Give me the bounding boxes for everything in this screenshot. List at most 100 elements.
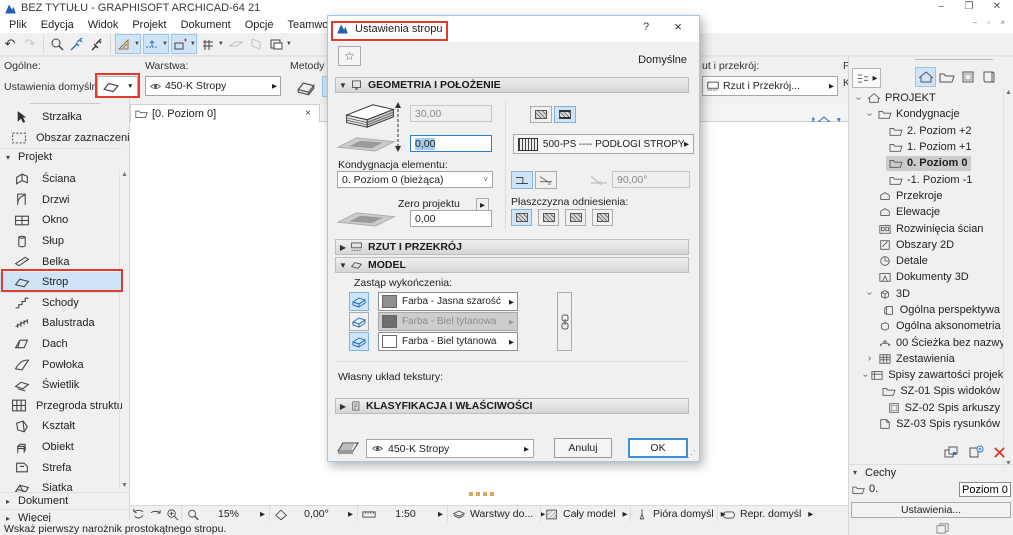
quick-option-orientation[interactable]: 0,00°▶ (269, 506, 357, 522)
restore-button[interactable]: ❐ (955, 0, 983, 14)
menu-plik[interactable]: Plik (2, 18, 34, 32)
toolbox-item-przegroda-struktural[interactable]: Przegroda struktural (0, 396, 122, 417)
pan-forward-icon[interactable] (147, 508, 164, 521)
toolbox-item-dach[interactable]: Dach (0, 334, 122, 355)
pan-back-icon[interactable] (130, 508, 147, 521)
navigator-scrollbar[interactable]: ▲ ▼ (1003, 88, 1012, 468)
nav-item-label-box[interactable]: PROJEKT (864, 91, 939, 106)
overlap-windows-icon[interactable] (935, 522, 950, 535)
toolbox-item-belka[interactable]: Belka (0, 251, 122, 272)
layout-book-view-button[interactable] (957, 67, 978, 87)
redo-button[interactable]: ↷ (21, 34, 39, 54)
nav-item-label-box[interactable]: Detale (875, 254, 931, 269)
toolbox-item-strzalka[interactable]: Strzałka (0, 107, 122, 128)
close-button[interactable]: ✕ (983, 0, 1011, 14)
project-map-view-button[interactable] (915, 67, 936, 87)
nav-item-projekt[interactable]: ›PROJEKT (851, 90, 1003, 106)
nav-item-label-box[interactable]: SZ-01 Spis widoków (879, 384, 1003, 399)
toolbox-handle[interactable] (30, 103, 100, 104)
top-offset-field[interactable]: 0,00 (410, 135, 492, 152)
storey-name-input[interactable] (959, 482, 1011, 497)
nav-item-00-sciezka-bez-nazwy[interactable]: 00 Ścieżka bez nazwy (851, 334, 1003, 350)
menu-widok[interactable]: Widok (81, 18, 126, 32)
floorplan-section-combo[interactable]: Rzut i Przekrój... ▶ (702, 76, 838, 96)
right-arrow-icon[interactable]: ▶ (808, 510, 813, 518)
snap-points-button[interactable]: ▼ (171, 34, 197, 54)
snap-guides-button[interactable]: ▼ (143, 34, 169, 54)
composite-combo[interactable]: 500-PS ---- PODŁOGI STROPY ▶ (513, 134, 694, 154)
surface-toggle-top-button[interactable] (349, 292, 369, 311)
nav-item-label-box[interactable]: SZ-03 Spis rysunków (875, 417, 1003, 432)
section-model[interactable]: ▼ MODEL (335, 257, 689, 273)
chevron-down-icon[interactable]: ▼ (127, 83, 133, 90)
expander-open-icon[interactable]: › (864, 288, 875, 299)
nav-item-rozwiniecia-scian[interactable]: Rozwinięcia ścian (851, 220, 1003, 236)
tab-close-icon[interactable]: × (301, 108, 315, 119)
undo-button[interactable]: ↶ (1, 34, 19, 54)
bottom-level-field[interactable]: 0,00 (410, 210, 492, 227)
reference-plane-core-top-button[interactable] (538, 209, 559, 226)
reference-plane-bottom-button[interactable] (592, 209, 613, 226)
ok-button[interactable]: OK (628, 438, 688, 458)
layer-combo[interactable]: 450-K Stropy ▶ (145, 76, 281, 96)
toolbox-item-balustrada[interactable]: Balustrada (0, 313, 122, 334)
toolbox-item-powloka[interactable]: Powłoka (0, 354, 122, 375)
nav-item-kondygnacje[interactable]: ›Kondygnacje (851, 106, 1003, 122)
nav-item-sz-02-spis-arkuszy[interactable]: SZ-02 Spis arkuszy (851, 400, 1003, 416)
close-panel-icon[interactable] (993, 446, 1006, 459)
new-viewpoint-icon[interactable] (968, 445, 984, 459)
navigator-mode-button[interactable]: ▶ (852, 68, 881, 88)
nav-item-label-box[interactable]: Spisy zawartości projektu (867, 368, 1003, 383)
nav-item-3d[interactable]: ›3D (851, 286, 1003, 302)
nav-item-label-box[interactable]: -1. Poziom -1 (886, 172, 975, 187)
quick-option-scale[interactable]: 1:50▶ (357, 506, 447, 522)
toolbox-item-swietlik[interactable]: Świetlik (0, 375, 122, 396)
chevron-down-icon[interactable]: ▼ (134, 41, 140, 47)
expander-open-icon[interactable]: › (864, 109, 875, 120)
nav-item-elewacje[interactable]: Elewacje (851, 204, 1003, 220)
toolbox-scrollbar[interactable]: ▲ ▼ (119, 170, 128, 490)
nav-item-1-poziom-1[interactable]: -1. Poziom -1 (851, 171, 1003, 187)
nav-item-label-box[interactable]: Przekroje (875, 188, 945, 203)
geometry-method-polygon-button[interactable] (290, 76, 322, 97)
toolbox-section-projekt[interactable]: ▾Projekt (0, 148, 122, 165)
toolbox-item-okno[interactable]: Okno (0, 210, 122, 231)
thickness-field[interactable]: 30,00 (410, 105, 492, 122)
expander-closed-icon[interactable]: › (864, 353, 875, 364)
nav-item-label-box[interactable]: 00 Ścieżka bez nazwy (875, 335, 1003, 350)
marquee-selection-mode-button[interactable]: ▼ (267, 34, 293, 54)
grid-snap-button[interactable]: ▼ (199, 34, 225, 54)
eyedropper-button[interactable] (68, 34, 86, 54)
expander-open-icon[interactable]: › (860, 374, 871, 377)
plain-slab-button[interactable] (530, 106, 552, 123)
properties-header[interactable]: ▾ Cechy (849, 465, 1013, 480)
chevron-down-icon[interactable]: ▼ (218, 41, 224, 47)
right-arrow-icon[interactable]: ▶ (348, 510, 353, 518)
zoom-in-icon[interactable] (164, 508, 181, 521)
reference-plane-top-button[interactable] (511, 209, 532, 226)
menu-edycja[interactable]: Edycja (34, 18, 81, 32)
nav-item-ogolna-aksonometria[interactable]: Ogólna aksonometria (851, 318, 1003, 334)
toolbox-item-ksztalt[interactable]: Kształt (0, 416, 122, 437)
storey-combo[interactable]: 0. Poziom 0 (bieżąca) ˅ (337, 171, 493, 188)
view-map-view-button[interactable] (936, 67, 957, 87)
toolbox-item-drzwi[interactable]: Drzwi (0, 190, 122, 211)
chevron-down-icon[interactable]: ▼ (286, 41, 292, 47)
nav-item-1-poziom-1[interactable]: 1. Poziom +1 (851, 139, 1003, 155)
nav-item-label-box[interactable]: Rozwinięcia ścian (875, 221, 986, 236)
nav-item-label-box[interactable]: SZ-02 Spis arkuszy (884, 400, 1003, 415)
section-classification[interactable]: ▶ KLASYFIKACJA I WŁAŚCIWOŚCI (335, 398, 689, 414)
nav-item-label-box[interactable]: Dokumenty 3D (875, 270, 972, 285)
nav-item-label-box[interactable]: Obszary 2D (875, 237, 957, 252)
quick-option-pens[interactable]: Pióra domyśl▶ (630, 506, 717, 522)
resize-grip[interactable]: ⋰ (687, 449, 696, 460)
surface-material-combo[interactable]: Farba - Biel tytanowa▶ (378, 332, 518, 351)
section-plan[interactable]: ▶ RZUT I PRZEKRÓJ (335, 239, 689, 255)
nav-item-obszary-2d[interactable]: Obszary 2D (851, 237, 1003, 253)
right-arrow-icon[interactable]: ▶ (438, 510, 443, 518)
nav-item-label-box[interactable]: Ogólna perspektywa (879, 303, 1003, 318)
viewpoint-settings-icon[interactable] (943, 445, 959, 459)
chevron-down-icon[interactable]: ▼ (190, 41, 196, 47)
menu-projekt[interactable]: Projekt (125, 18, 173, 32)
scroll-up-icon[interactable]: ▲ (120, 170, 129, 179)
